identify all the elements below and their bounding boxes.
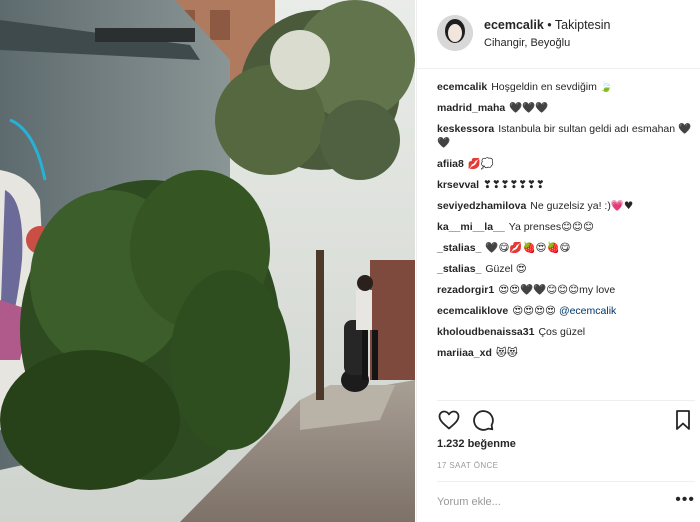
- comment-emoji: 😍😍🖤🖤😊😊😊: [498, 284, 580, 296]
- comment-item: seviyedzhamilova Ne guzelsiz ya! :)💗♥: [437, 199, 695, 213]
- comment-username[interactable]: ecemcaliklove: [437, 305, 508, 317]
- comment-username[interactable]: _stalias_: [437, 263, 481, 275]
- comment-text: Ços güzel: [538, 326, 586, 338]
- add-comment-bar: Yorum ekle... •••: [437, 481, 695, 522]
- heart-icon: [438, 410, 460, 430]
- comment-item: afiia8 💋💭: [437, 157, 695, 171]
- comment-text: Güzel: [485, 263, 513, 275]
- post-timestamp: 17 SAAT ÖNCE: [437, 461, 499, 470]
- comment-emoji: 🖤🖤🖤: [509, 102, 549, 114]
- comment-emoji: ❣❣❣❣❣❣❣: [483, 179, 545, 191]
- comment-list: ecemcalik Hoşgeldin en sevdiğim 🍃 madrid_…: [437, 80, 695, 367]
- more-options-button[interactable]: •••: [675, 491, 695, 509]
- header-separator: •: [543, 18, 555, 32]
- comment-username[interactable]: ka__mi__la__: [437, 221, 505, 233]
- comment-username[interactable]: kholoudbenaissa31: [437, 326, 534, 338]
- post-photo-image: [0, 0, 415, 522]
- comment-emoji: 🖤😋💋🍓😍🍓😋: [485, 242, 571, 254]
- comment-username[interactable]: krsevval: [437, 179, 479, 191]
- divider: [437, 400, 695, 401]
- comment-text: my love: [579, 284, 616, 296]
- comment-text: Ne guzelsiz ya! :): [530, 200, 611, 212]
- post-photo[interactable]: [0, 0, 415, 522]
- comment-text: Ya prenses: [508, 221, 562, 233]
- comment-emoji: 🍃: [599, 81, 613, 93]
- comment-item: mariiaa_xd 😻😻: [437, 346, 695, 360]
- like-button[interactable]: [437, 408, 461, 432]
- comment-username[interactable]: madrid_maha: [437, 102, 505, 114]
- post-actions: [437, 408, 695, 432]
- comment-emoji: 😍😍😍😍: [512, 305, 557, 317]
- like-count[interactable]: 1.232 beğenme: [437, 438, 516, 450]
- comment-item: keskessora Istanbula bir sultan geldi adı…: [437, 122, 695, 150]
- comment-emoji: 💗♥: [610, 200, 634, 212]
- comment-item: krsevval ❣❣❣❣❣❣❣: [437, 178, 695, 192]
- post-sidebar: ecemcalik • Takiptesin Cihangir, Beyoğlu…: [416, 0, 700, 522]
- add-comment-input[interactable]: Yorum ekle...: [437, 496, 501, 508]
- comment-item: ka__mi__la__ Ya prenses😊😊😊: [437, 220, 695, 234]
- comment-username[interactable]: ecemcalik: [437, 81, 487, 93]
- comment-icon: [473, 410, 494, 431]
- location-link[interactable]: Cihangir, Beyoğlu: [484, 37, 570, 49]
- comment-username[interactable]: rezadorgir1: [437, 284, 494, 296]
- comment-item: kholoudbenaissa31 Ços güzel: [437, 325, 695, 339]
- comment-item: ecemcalik Hoşgeldin en sevdiğim 🍃: [437, 80, 695, 94]
- comment-button[interactable]: [471, 408, 495, 432]
- comment-item: rezadorgir1 😍😍🖤🖤😊😊😊my love: [437, 283, 695, 297]
- comment-username[interactable]: afiia8: [437, 158, 464, 170]
- comment-emoji: 💋💭: [467, 158, 495, 170]
- comment-mention[interactable]: @ecemcalik: [559, 305, 616, 317]
- comment-emoji: 😻😻: [495, 347, 518, 359]
- comment-emoji: 😍: [515, 263, 527, 275]
- comment-username[interactable]: _stalias_: [437, 242, 481, 254]
- bookmark-icon: [676, 410, 690, 430]
- comment-item: madrid_maha 🖤🖤🖤: [437, 101, 695, 115]
- comment-item: _stalias_ Güzel 😍: [437, 262, 695, 276]
- avatar[interactable]: [437, 15, 473, 51]
- comment-emoji: 😊😊😊: [561, 221, 594, 233]
- save-button[interactable]: [671, 408, 695, 432]
- post-header: ecemcalik • Takiptesin Cihangir, Beyoğlu: [417, 0, 700, 69]
- comment-username[interactable]: keskessora: [437, 123, 494, 135]
- header-name-line: ecemcalik • Takiptesin: [484, 18, 610, 32]
- avatar-image: [437, 15, 473, 51]
- follow-status[interactable]: Takiptesin: [555, 18, 611, 32]
- comment-item: ecemcaliklove 😍😍😍😍 @ecemcalik: [437, 304, 695, 318]
- comment-username[interactable]: seviyedzhamilova: [437, 200, 526, 212]
- comment-text: Istanbula bir sultan geldi adı esmahan: [498, 123, 676, 135]
- comment-text: Hoşgeldin en sevdiğim: [491, 81, 597, 93]
- comment-item: _stalias_ 🖤😋💋🍓😍🍓😋: [437, 241, 695, 255]
- comment-username[interactable]: mariiaa_xd: [437, 347, 492, 359]
- header-username[interactable]: ecemcalik: [484, 18, 544, 32]
